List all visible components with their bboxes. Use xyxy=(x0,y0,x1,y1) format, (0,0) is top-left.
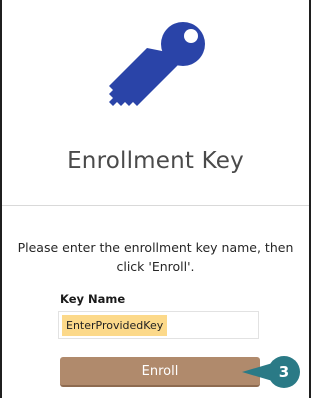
page-title: Enrollment Key xyxy=(67,148,244,174)
step-number: 3 xyxy=(278,363,290,381)
section-divider xyxy=(2,205,309,206)
key-icon xyxy=(109,22,205,106)
instructions-text: Please enter the enrollment key name, th… xyxy=(17,240,294,274)
key-name-label: Key Name xyxy=(60,292,126,306)
enroll-button[interactable]: Enroll xyxy=(60,357,260,387)
key-name-value: EnterProvidedKey xyxy=(62,315,168,336)
key-name-input[interactable]: EnterProvidedKey xyxy=(58,311,259,339)
